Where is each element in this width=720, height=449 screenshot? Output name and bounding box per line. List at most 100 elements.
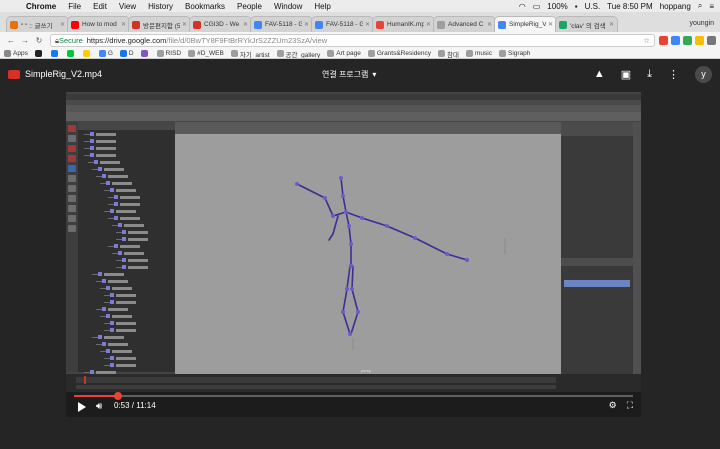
profile-name[interactable]: youngin	[689, 20, 720, 32]
address-bar[interactable]: 🔒︎ Secure https://drive.google.com /file…	[50, 34, 655, 47]
menu-file[interactable]: File	[62, 2, 87, 11]
input-language[interactable]: U.S.	[585, 2, 601, 11]
bookmark-label: Apps	[13, 50, 28, 57]
extension-icon[interactable]	[695, 36, 704, 45]
user-name[interactable]: hoppang	[660, 2, 691, 11]
bookmark-item[interactable]: music	[466, 50, 492, 57]
outliner-row	[78, 160, 175, 165]
more-options-icon[interactable]: ⋮	[668, 68, 679, 81]
leg-left	[342, 265, 351, 335]
maya-viewport: persp	[175, 134, 561, 378]
tab-title: 'clav' 의 검색	[570, 22, 606, 30]
outliner-row	[78, 342, 175, 347]
browser-tab[interactable]: HumanIK.mp ✕	[372, 16, 435, 32]
menu-people[interactable]: People	[231, 2, 268, 11]
close-icon[interactable]: ✕	[121, 21, 126, 28]
browser-tab[interactable]: " " :: 글쓰기 ✕	[6, 16, 69, 32]
extension-icons	[659, 36, 716, 45]
bookmark-favicon-icon	[82, 50, 90, 57]
video-player[interactable]: persp 🔊︎ 0:53 / 11:14 ⚙ ⛶	[66, 92, 641, 417]
menu-help[interactable]: Help	[308, 2, 336, 11]
close-icon[interactable]: ✕	[243, 21, 248, 28]
comment-icon[interactable]: ▣	[621, 68, 631, 81]
browser-tab[interactable]: FAV-5118 - G ✕	[311, 16, 374, 32]
bookmark-item[interactable]: 참대	[438, 49, 459, 58]
volume-icon[interactable]: 🔊︎	[96, 401, 102, 412]
bookmark-item[interactable]: RISD	[156, 50, 181, 57]
fullscreen-icon[interactable]: ⛶	[627, 400, 633, 411]
forward-arrow-icon[interactable]: →	[18, 36, 32, 45]
bookmark-item[interactable]: Sigraph	[499, 50, 530, 57]
bookmark-item[interactable]	[82, 50, 92, 57]
browser-tab[interactable]: FAV-5118 - G ✕	[250, 16, 313, 32]
add-to-drive-icon[interactable]: ▲	[594, 68, 605, 80]
outliner-row	[78, 244, 175, 249]
browser-tab[interactable]: CGI3D - We ✕	[189, 16, 252, 32]
menu-chrome[interactable]: Chrome	[20, 2, 62, 11]
extension-icon[interactable]	[683, 36, 692, 45]
mac-menubar: Chrome File Edit View History Bookmarks …	[0, 0, 720, 12]
list-icon[interactable]: ≡	[709, 2, 714, 11]
close-icon[interactable]: ✕	[426, 21, 431, 28]
bookmark-item[interactable]: Apps	[4, 50, 28, 57]
menu-history[interactable]: History	[142, 2, 179, 11]
bookmark-item[interactable]: D	[119, 50, 134, 57]
tab-favicon-icon	[132, 20, 140, 29]
tab-title: FAV-5118 - G	[326, 21, 363, 28]
close-icon[interactable]: ✕	[60, 21, 65, 28]
clock[interactable]: Tue 8:50 PM	[607, 2, 653, 11]
toolbar: ← → ↻ 🔒︎ Secure https://drive.google.com…	[0, 32, 720, 49]
battery-icon[interactable]: ▭	[533, 2, 541, 11]
menu-icon[interactable]	[707, 36, 716, 45]
folder-icon	[367, 50, 375, 57]
bookmark-item[interactable]: G	[98, 50, 113, 57]
close-icon[interactable]: ✕	[182, 21, 187, 28]
progress-bar[interactable]	[74, 392, 633, 400]
close-icon[interactable]: ✕	[487, 21, 492, 28]
leg-right	[350, 265, 359, 335]
wifi-icon[interactable]: ◠	[519, 2, 526, 11]
avatar[interactable]: y	[695, 65, 712, 83]
folder-icon	[156, 50, 164, 57]
close-icon[interactable]: ✕	[548, 21, 553, 28]
bookmark-item[interactable]	[140, 50, 150, 57]
bookmark-item[interactable]: 공간_gallery	[276, 49, 320, 58]
search-icon[interactable]: ⌕	[698, 1, 702, 11]
open-with-button[interactable]: 연결 프로그램 ▾	[322, 67, 376, 82]
bookmark-item[interactable]: #D_WEB	[188, 50, 224, 57]
menu-edit[interactable]: Edit	[87, 2, 113, 11]
browser-tab[interactable]: Advanced C ✕	[433, 16, 496, 32]
bookmark-favicon-icon	[66, 50, 74, 57]
close-icon[interactable]: ✕	[365, 21, 370, 28]
reload-icon[interactable]: ↻	[32, 36, 46, 45]
browser-tab-active[interactable]: SimpleRig_V ✕	[494, 16, 557, 32]
bookmark-item[interactable]: Art page	[327, 50, 361, 57]
bookmark-item[interactable]	[50, 50, 60, 57]
browser-tab[interactable]: 방문편지함 (5 ✕	[128, 16, 191, 32]
scrubber-handle[interactable]	[114, 392, 123, 400]
back-arrow-icon[interactable]: ←	[4, 36, 18, 45]
extension-icon[interactable]	[671, 36, 680, 45]
bookmark-item[interactable]: Grants&Residency	[367, 50, 431, 57]
outliner-row	[78, 174, 175, 179]
outliner-row	[78, 363, 175, 368]
play-icon[interactable]	[78, 402, 86, 412]
extension-icon[interactable]	[659, 36, 668, 45]
bookmark-item[interactable]	[34, 50, 44, 57]
download-icon[interactable]: ⤓	[647, 68, 652, 81]
tab-title: HumanIK.mp	[387, 21, 424, 28]
menu-view[interactable]: View	[113, 2, 142, 11]
menu-bookmarks[interactable]: Bookmarks	[179, 2, 231, 11]
close-icon[interactable]: ✕	[609, 21, 614, 28]
folder-icon	[188, 50, 196, 57]
close-icon[interactable]: ✕	[304, 21, 309, 28]
browser-tab[interactable]: 'clav' 의 검색 ✕	[555, 16, 618, 32]
outliner-row	[78, 265, 175, 270]
star-icon[interactable]: ☆	[643, 36, 650, 45]
menu-window[interactable]: Window	[268, 2, 308, 11]
tab-title: How to mod	[82, 21, 117, 28]
bookmark-item[interactable]	[66, 50, 76, 57]
bookmark-item[interactable]: 자기_artist	[230, 49, 270, 58]
browser-tab[interactable]: How to mod ✕	[67, 16, 130, 32]
settings-gear-icon[interactable]: ⚙	[609, 400, 617, 411]
